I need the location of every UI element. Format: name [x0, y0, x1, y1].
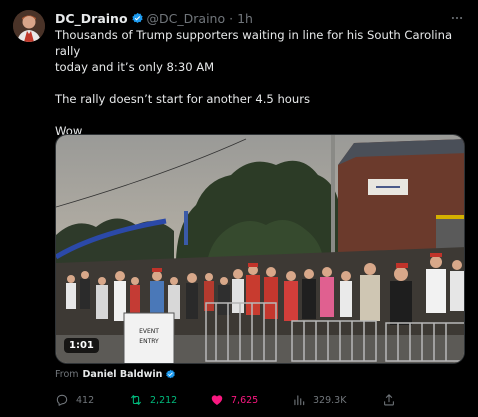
reply-count: 412: [76, 394, 95, 406]
retweet-count: 2,212: [150, 394, 178, 406]
author-handle[interactable]: @DC_Draino: [147, 11, 226, 26]
author-name[interactable]: DC_Draino: [55, 11, 128, 26]
video-thumbnail: EVENT ENTRY: [56, 135, 464, 363]
separator-dot: ·: [229, 10, 234, 26]
views-button[interactable]: 329.3K: [292, 393, 346, 407]
views-count: 329.3K: [313, 394, 347, 406]
verified-badge-icon: [131, 12, 143, 23]
like-icon: [211, 395, 223, 405]
retweet-icon: [131, 395, 141, 405]
video-player[interactable]: EVENT ENTRY 1:01: [55, 134, 465, 364]
avatar[interactable]: [13, 10, 45, 42]
post-time[interactable]: 1h: [237, 11, 253, 26]
event-sign-line2: ENTRY: [139, 338, 159, 345]
views-icon: [294, 395, 305, 406]
source-attribution: From Daniel Baldwin: [55, 369, 179, 380]
share-icon: [384, 394, 394, 406]
event-sign-line1: EVENT: [139, 328, 159, 335]
avatar-image: [13, 10, 45, 42]
tweet-card[interactable]: DC_Draino @DC_Draino · 1h Thousands of T…: [0, 0, 478, 417]
tweet-text-line: Thousands of Trump supporters waiting in…: [55, 28, 453, 58]
tweet-header: DC_Draino @DC_Draino · 1h: [55, 9, 464, 27]
like-button[interactable]: 7,625: [210, 393, 258, 407]
more-icon[interactable]: [450, 11, 464, 25]
like-count: 7,625: [231, 394, 259, 406]
action-bar: 412 2,212 7,625 329.3K: [55, 392, 455, 408]
tweet-text-line: The rally doesn’t start for another 4.5 …: [55, 92, 311, 106]
source-label: From: [55, 369, 79, 380]
reply-button[interactable]: 412: [55, 393, 94, 407]
reply-icon: [56, 394, 68, 406]
video-duration: 1:01: [64, 338, 99, 353]
tweet-text-line: today and it’s only 8:30 AM: [55, 60, 215, 74]
share-button[interactable]: [382, 393, 403, 407]
verified-badge-icon: [166, 369, 176, 379]
source-author[interactable]: Daniel Baldwin: [83, 369, 163, 380]
tweet-text: Thousands of Trump supporters waiting in…: [55, 27, 455, 139]
retweet-button[interactable]: 2,212: [129, 393, 177, 407]
